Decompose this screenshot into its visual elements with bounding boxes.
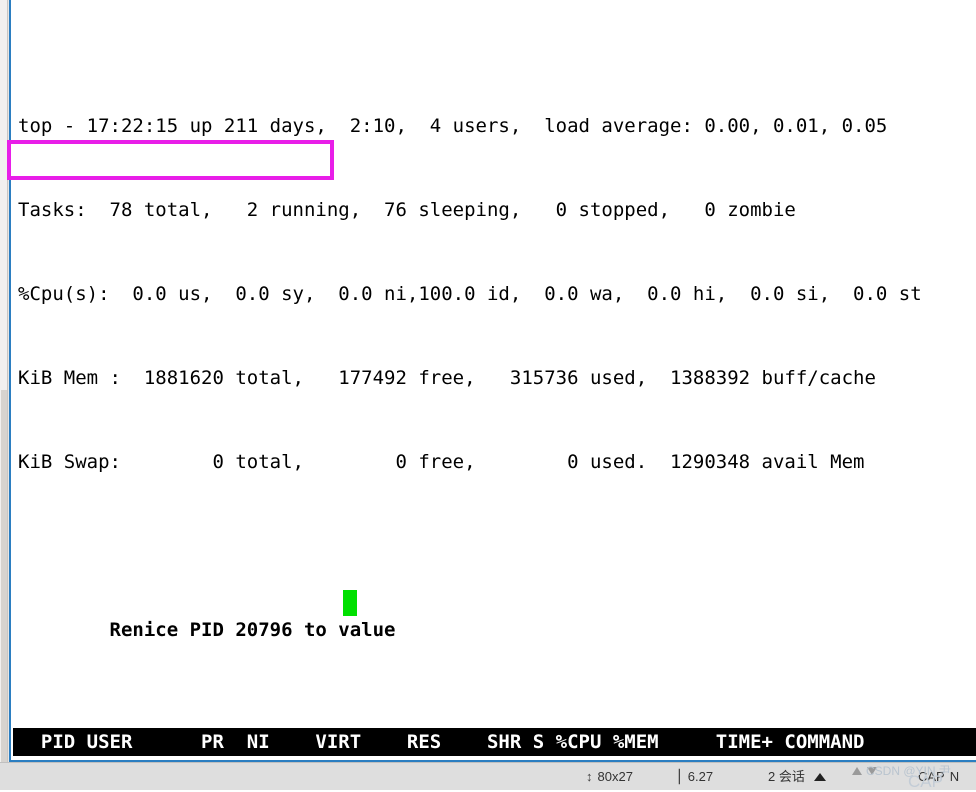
terminal-pane[interactable]: top - 17:22:15 up 211 days, 2:10, 4 user… xyxy=(9,0,976,762)
caret-up-icon[interactable] xyxy=(813,773,826,781)
arrow-up-icon[interactable] xyxy=(852,767,862,775)
status-sessions[interactable]: 2 会话 xyxy=(768,768,826,786)
status-terminal-size: ↕ 80x27 xyxy=(586,768,633,786)
renice-prompt-row[interactable]: Renice PID 20796 to value xyxy=(13,588,976,641)
status-scroll-label: 6.27 xyxy=(687,769,714,784)
top-summary-line-mem: KiB Mem : 1881620 total, 177492 free, 31… xyxy=(18,367,876,389)
top-summary-line-swap: KiB Swap: 0 total, 0 free, 0 used. 12903… xyxy=(18,451,865,473)
top-summary-line-cpu: %Cpu(s): 0.0 us, 0.0 sy, 0.0 ni,100.0 id… xyxy=(18,283,922,305)
status-scroll-arrows[interactable] xyxy=(852,767,877,775)
status-caps-lock: CAP N xyxy=(918,768,959,786)
status-bar: ↕ 80x27 ⎮ 6.27 2 会话 CAP N xyxy=(0,762,976,790)
terminal-window: top - 17:22:15 up 211 days, 2:10, 4 user… xyxy=(0,0,976,791)
top-summary-line-uptime: top - 17:22:15 up 211 days, 2:10, 4 user… xyxy=(18,115,888,137)
resize-icon: ↕ xyxy=(586,769,593,784)
arrow-down-icon[interactable] xyxy=(867,767,877,775)
left-gutter xyxy=(0,0,8,762)
top-summary-line-tasks: Tasks: 78 total, 2 running, 76 sleeping,… xyxy=(18,199,796,221)
terminal-screen[interactable]: top - 17:22:15 up 211 days, 2:10, 4 user… xyxy=(13,0,976,758)
process-table-header[interactable]: PID USER PR NI VIRT RES SHR S %CPU %MEM … xyxy=(13,728,976,756)
renice-prompt-label: Renice PID 20796 to value xyxy=(109,619,407,641)
status-scroll-position: ⎮ 6.27 xyxy=(676,768,713,786)
status-sessions-label: 2 会话 xyxy=(768,769,805,784)
left-scrollbar-track[interactable] xyxy=(1,390,7,762)
scrollbar-icon: ⎮ xyxy=(676,769,683,784)
status-num-label: N xyxy=(949,769,960,784)
status-terminal-size-label: 80x27 xyxy=(597,769,633,784)
text-cursor xyxy=(343,590,357,616)
status-caps-label: CAP xyxy=(918,769,945,784)
